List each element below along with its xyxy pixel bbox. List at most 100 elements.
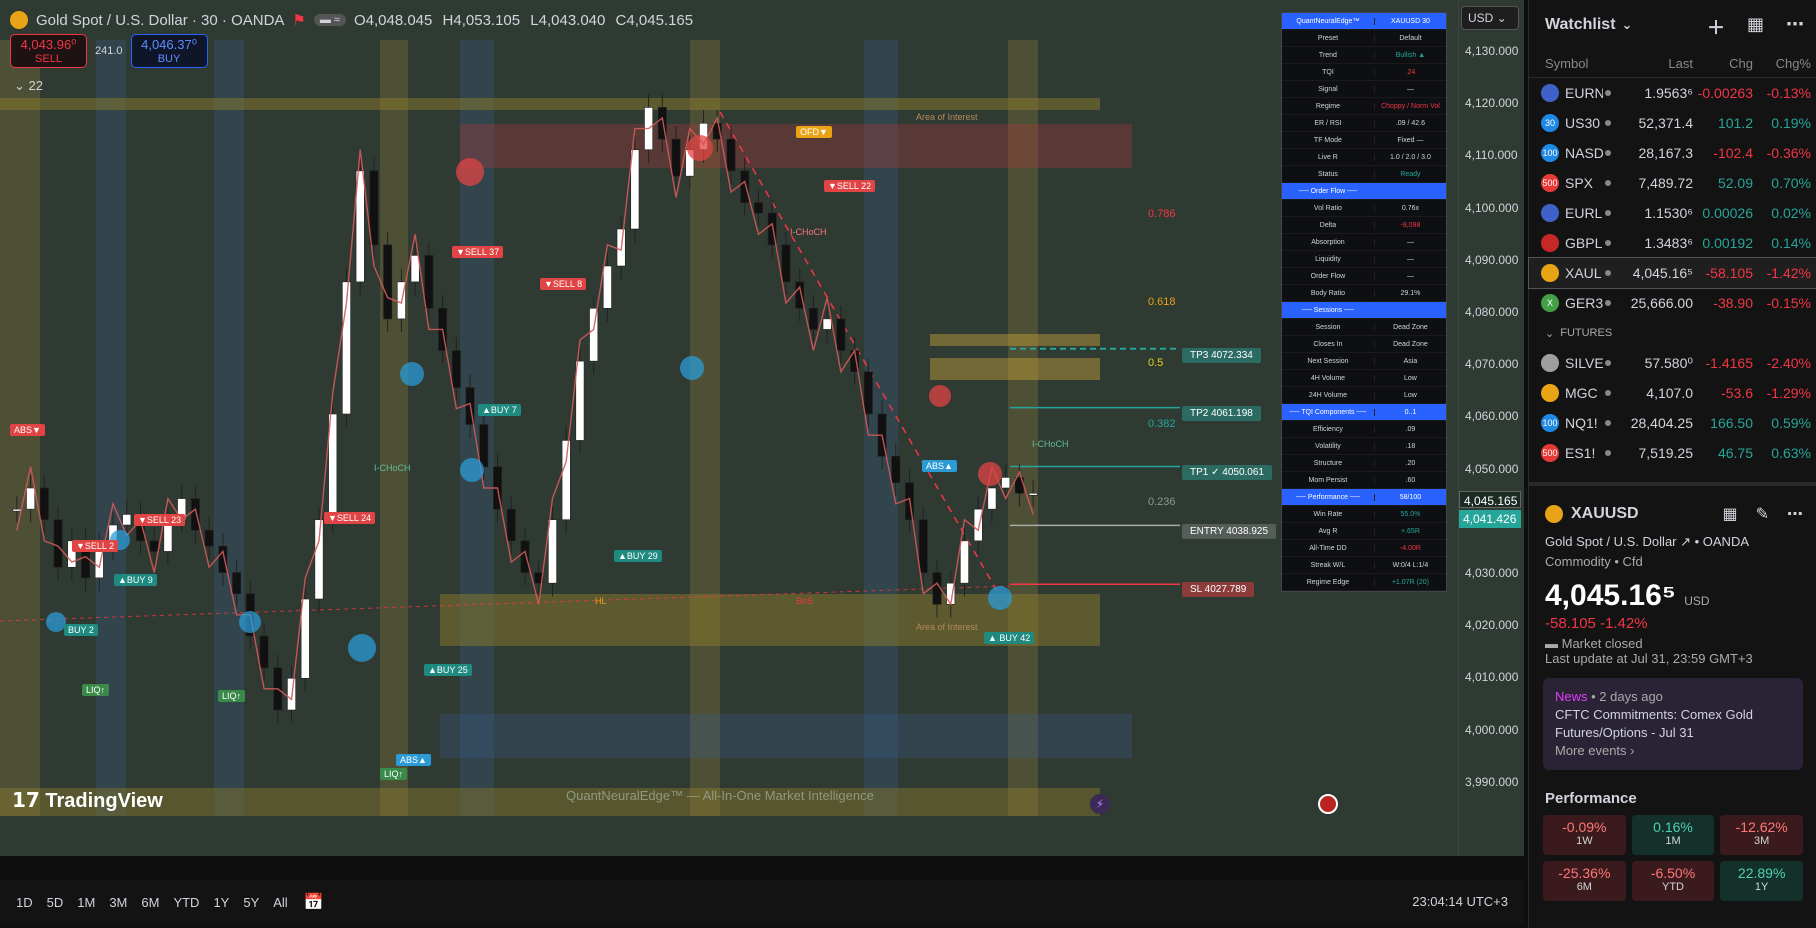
row-chgp: -1.42% (1766, 265, 1811, 281)
range-1y[interactable]: 1Y (213, 895, 229, 910)
col-last[interactable]: Last (1621, 56, 1693, 71)
indicator-value: W:0/4 L:1/4 (1373, 561, 1446, 569)
indicator-row: Absorption — (1282, 234, 1446, 251)
row-chgp: -2.40% (1766, 355, 1811, 371)
price-tick: 4,100.000 (1465, 200, 1519, 215)
more-icon[interactable]: ⋯ (1786, 14, 1804, 40)
chart-area[interactable]: Gold Spot / U.S. Dollar · 30 · OANDA ⚑ ▬… (0, 0, 1524, 856)
clock[interactable]: 23:04:14 UTC+3 (1412, 894, 1508, 909)
candle-body (204, 529, 214, 547)
status-dot-icon (1605, 300, 1611, 306)
edit-icon[interactable]: ✎ (1756, 504, 1769, 524)
watchlist-row[interactable]: SILVE 57.580⁰ -1.4165 -2.40% (1529, 348, 1816, 378)
candle-body (1028, 492, 1038, 496)
chevron-down-icon[interactable]: ⌄ (1622, 17, 1633, 33)
performance-cell[interactable]: -25.36% 6M (1543, 861, 1626, 901)
lightning-icon[interactable]: ⚡ (1090, 794, 1110, 814)
range-5y[interactable]: 5Y (243, 895, 259, 910)
watchlist-row[interactable]: EURL 1.1530⁶ 0.00026 0.02% (1529, 198, 1816, 228)
candle-body (575, 360, 585, 441)
signal-sell-24: ▼SELL 24 (324, 512, 376, 524)
watchlist-row[interactable]: 500 SPX 7,489.72 52.09 0.70% (1529, 168, 1816, 198)
watchlist-title[interactable]: Watchlist (1545, 16, 1616, 34)
watchlist-row[interactable]: X GER3 25,666.00 -38.90 -0.15% (1529, 288, 1816, 318)
col-symbol[interactable]: Symbol (1529, 56, 1621, 71)
price-axis[interactable]: 4,130.000 4,120.000 4,110.000 4,100.000 4,09… (1458, 0, 1524, 856)
watchlist-row[interactable]: 30 US30 52,371.4 101.2 0.19% (1529, 108, 1816, 138)
details-name[interactable]: Gold Spot / U.S. Dollar ↗ • OANDA (1529, 534, 1816, 550)
indicator-row: Session Dead Zone (1282, 319, 1446, 336)
watchlist-row[interactable]: 100 NASD 28,167.3 -102.4 -0.36% (1529, 138, 1816, 168)
candle-body (630, 149, 640, 230)
watchlist-row[interactable]: 500 ES1! 7,519.25 46.75 0.63% (1529, 438, 1816, 468)
news-card[interactable]: News • 2 days ago CFTC Commitments: Come… (1543, 678, 1803, 770)
sell-button[interactable]: 4,043.96⁰ SELL (10, 34, 87, 68)
status-dot-icon (1605, 120, 1611, 126)
row-symbol: NQ1! (1565, 415, 1598, 431)
range-ytd[interactable]: YTD (173, 895, 199, 910)
choch-label-2: I-CHoCH (1032, 439, 1069, 449)
watchlist-row[interactable]: XAUL 4,045.16⁵ -58.105 -1.42% (1528, 257, 1816, 289)
performance-cell[interactable]: -12.62% 3M (1720, 815, 1803, 855)
signal-sell-8: ▼SELL 8 (540, 278, 587, 290)
candle-body (918, 519, 928, 573)
range-1d[interactable]: 1D (16, 895, 33, 910)
indicator-value: — (1373, 255, 1446, 263)
indicator-key: TQI (1322, 68, 1334, 76)
performance-cell[interactable]: -6.50% YTD (1631, 861, 1715, 901)
candle-body (506, 508, 516, 542)
us-flag-event-icon[interactable] (1318, 794, 1338, 814)
range-3m[interactable]: 3M (109, 895, 127, 910)
watchlist-row[interactable]: 100 NQ1! 28,404.25 166.50 0.59% (1529, 408, 1816, 438)
row-symbol: EURL (1565, 205, 1603, 221)
performance-cell[interactable]: 0.16% 1M (1631, 815, 1715, 855)
indicator-value: Dead Zone (1373, 340, 1446, 348)
row-chgp: 0.14% (1771, 235, 1811, 251)
indicators-collapse[interactable]: ⌄ 22 (14, 78, 43, 94)
watchlist-row[interactable]: GBPL 1.3483⁶ 0.00192 0.14% (1529, 228, 1816, 258)
performance-cell[interactable]: -0.09% 1W (1543, 815, 1626, 855)
details-symbol[interactable]: XAUUSD (1571, 505, 1639, 523)
indicator-key: Body Ratio (1310, 289, 1346, 297)
session-band (380, 40, 408, 816)
watchlist-row[interactable]: EURN 1.9563⁶ -0.00263 -0.13% (1529, 78, 1816, 108)
last-update: Last update at Jul 31, 23:59 GMT+3 (1545, 651, 1753, 666)
more-icon[interactable]: ⋯ (1787, 504, 1803, 524)
performance-cell[interactable]: 22.89% 1Y (1720, 861, 1803, 901)
add-symbol-icon[interactable]: ＋ (1707, 14, 1725, 40)
indicator-key: Delta (1319, 221, 1337, 229)
currency-select[interactable]: USD ⌄ (1461, 6, 1519, 30)
tradingview-logo[interactable]: 𝟭𝟳 TradingView (12, 788, 163, 813)
range-all[interactable]: All (273, 895, 287, 910)
buy-button[interactable]: 4,046.37⁰ BUY (130, 34, 208, 68)
grid-icon[interactable]: ▦ (1722, 504, 1737, 524)
trade-buttons: 4,043.96⁰ SELL 241.0 4,046.37⁰ BUY (10, 34, 208, 68)
indicator-value: .24 (1373, 68, 1446, 76)
watchlist-row[interactable]: MGC 4,107.0 -53.6 -1.29% (1529, 378, 1816, 408)
symbol-title[interactable]: Gold Spot / U.S. Dollar · 30 · OANDA (36, 12, 284, 29)
col-chg[interactable]: Chg (1693, 56, 1753, 71)
flag-icon[interactable]: ⚑ (292, 11, 305, 29)
indicator-row: Avg R +.65R (1282, 523, 1446, 540)
indicator-row: QuantNeuralEdge™ XAUUSD 30 (1282, 13, 1446, 30)
row-chgp: -1.29% (1766, 385, 1811, 401)
price-tick: 4,090.000 (1465, 252, 1519, 267)
range-5d[interactable]: 5D (47, 895, 64, 910)
indicator-toggle-icon[interactable]: ▬ ≈ (313, 14, 346, 26)
signal-ofd-down: OFD▼ (796, 126, 832, 138)
indicator-value: — (1373, 238, 1446, 246)
indicator-key: ── Performance ── (1296, 493, 1360, 501)
row-chgp: -0.36% (1766, 145, 1811, 161)
range-1m[interactable]: 1M (77, 895, 95, 910)
row-chgp: 0.70% (1771, 175, 1811, 191)
calendar-icon[interactable]: 📅 (304, 892, 324, 912)
news-more-link[interactable]: More events › (1555, 742, 1791, 760)
col-chgp[interactable]: Chg% (1753, 56, 1811, 71)
indicator-row: All-Time DD -4.00R (1282, 540, 1446, 557)
row-last: 7,519.25 (1638, 445, 1694, 461)
chart-canvas[interactable] (0, 0, 1458, 856)
row-last: 28,167.3 (1638, 145, 1694, 161)
futures-section[interactable]: ⌄ FUTURES (1529, 318, 1816, 348)
range-6m[interactable]: 6M (141, 895, 159, 910)
advanced-view-icon[interactable]: ▦ (1747, 14, 1764, 40)
